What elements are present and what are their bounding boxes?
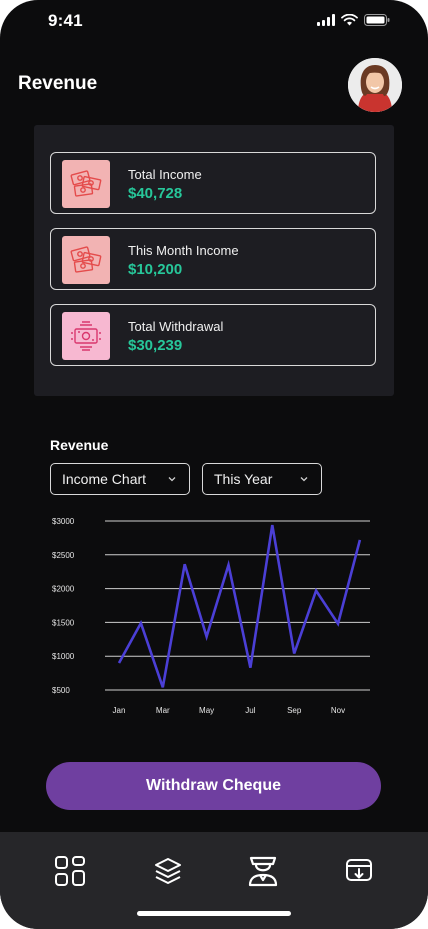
status-icons xyxy=(317,14,390,26)
cash-withdraw-icon xyxy=(62,312,110,360)
y-tick-label: $2000 xyxy=(52,585,75,594)
dashboard-grid-icon[interactable] xyxy=(51,852,89,890)
period-select[interactable]: This Year xyxy=(202,463,322,495)
withdraw-cheque-button[interactable]: Withdraw Cheque xyxy=(46,762,381,810)
chart-type-select[interactable]: Income Chart xyxy=(50,463,190,495)
profile-photo xyxy=(348,58,402,112)
avatar[interactable] xyxy=(348,58,402,112)
signal-icon xyxy=(317,14,335,26)
x-tick-label: Nov xyxy=(331,706,345,715)
card-label: Total Withdrawal xyxy=(128,319,224,334)
page-title: Revenue xyxy=(18,73,98,94)
card-value: $40,728 xyxy=(128,185,183,202)
x-tick-label: Sep xyxy=(287,706,302,715)
money-bills-icon xyxy=(62,160,110,208)
income-line-chart: $3000 $2500 $2000 $1500 $1000 $500 Jan Mar May Ju… xyxy=(52,517,370,715)
card-label: Total Income xyxy=(128,167,202,182)
y-tick-label: $1500 xyxy=(52,618,75,627)
phone-screen: 9:41 Revenue Total Income $40,728 This M… xyxy=(0,0,428,929)
layers-icon[interactable] xyxy=(149,852,187,890)
select-value: This Year xyxy=(214,471,273,487)
revenue-section-title: Revenue xyxy=(50,437,109,453)
y-tick-label: $1000 xyxy=(52,652,75,661)
status-bar: 9:41 xyxy=(0,0,428,44)
graduate-user-icon[interactable] xyxy=(244,852,282,890)
x-tick-label: Jul xyxy=(245,706,255,715)
card-month-income[interactable]: This Month Income $10,200 xyxy=(50,228,376,290)
income-series-line xyxy=(117,524,362,688)
chevron-down-icon xyxy=(300,477,308,482)
home-indicator xyxy=(137,911,291,916)
y-tick-label: $500 xyxy=(52,686,70,695)
status-time: 9:41 xyxy=(48,11,83,30)
chevron-down-icon xyxy=(168,477,176,482)
summary-panel: Total Income $40,728 This Month Income $… xyxy=(34,125,394,396)
card-value: $10,200 xyxy=(128,261,183,278)
wifi-icon xyxy=(341,14,358,26)
select-value: Income Chart xyxy=(62,471,147,487)
card-label: This Month Income xyxy=(128,243,239,258)
y-tick-label: $3000 xyxy=(52,517,75,526)
y-tick-label: $2500 xyxy=(52,551,75,560)
card-total-withdrawal[interactable]: Total Withdrawal $30,239 xyxy=(50,304,376,366)
x-tick-label: Mar xyxy=(156,706,170,715)
x-tick-label: May xyxy=(199,706,214,715)
card-value: $30,239 xyxy=(128,337,183,354)
money-bills-icon xyxy=(62,236,110,284)
battery-icon xyxy=(364,14,390,26)
download-tray-icon[interactable] xyxy=(340,852,378,890)
x-tick-label: Jan xyxy=(113,706,126,715)
card-total-income[interactable]: Total Income $40,728 xyxy=(50,152,376,214)
